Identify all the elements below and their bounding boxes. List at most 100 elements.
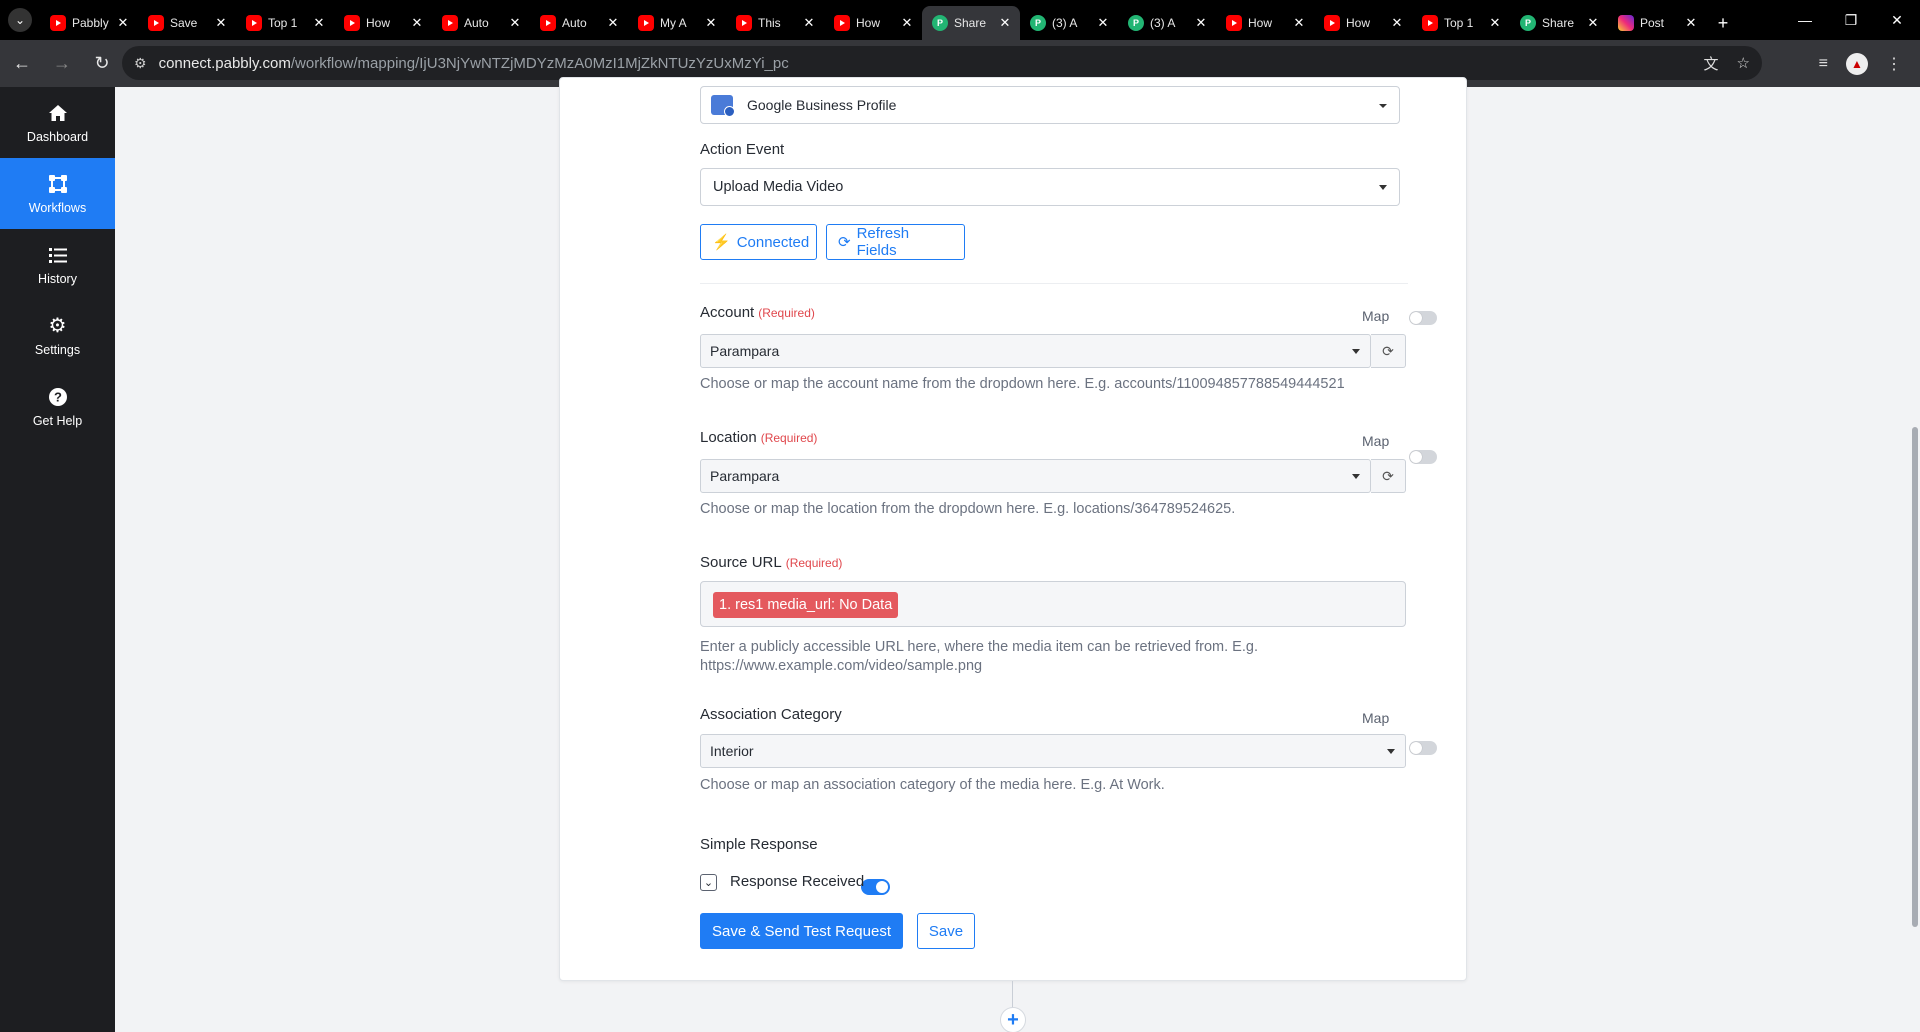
browser-tab[interactable]: P (3) A ✕: [1020, 6, 1118, 40]
close-tab-icon[interactable]: ✕: [508, 15, 522, 31]
browser-tab[interactable]: Auto ✕: [530, 6, 628, 40]
tab-search-button[interactable]: ⌄: [0, 0, 40, 40]
pabbly-icon: P: [1030, 15, 1046, 31]
tab-title: How: [1346, 16, 1371, 30]
browser-tab[interactable]: Post ✕: [1608, 6, 1706, 40]
close-tab-icon[interactable]: ✕: [704, 15, 718, 31]
scrollbar-thumb[interactable]: [1912, 427, 1918, 927]
save-button[interactable]: Save: [917, 913, 975, 949]
browser-tab[interactable]: My A ✕: [628, 6, 726, 40]
close-tab-icon[interactable]: ✕: [214, 15, 228, 31]
browser-tab[interactable]: How ✕: [824, 6, 922, 40]
connected-button[interactable]: ⚡ Connected: [700, 224, 817, 260]
location-select[interactable]: Parampara: [700, 459, 1371, 493]
sidebar-item-settings[interactable]: ⚙ Settings: [0, 300, 115, 371]
account-help-text: Choose or map the account name from the …: [700, 376, 1345, 392]
browser-tab[interactable]: How ✕: [334, 6, 432, 40]
account-map-label: Map: [1362, 308, 1390, 324]
account-select[interactable]: Parampara: [700, 334, 1371, 368]
browser-tab[interactable]: Pabbly ✕: [40, 6, 138, 40]
tab-title: (3) A: [1052, 16, 1078, 30]
youtube-icon: [344, 15, 360, 31]
list-icon: [48, 244, 68, 266]
close-tab-icon[interactable]: ✕: [998, 15, 1012, 31]
close-tab-icon[interactable]: ✕: [1292, 15, 1306, 31]
account-map-toggle[interactable]: [1409, 311, 1437, 325]
browser-tab[interactable]: Top 1 ✕: [1412, 6, 1510, 40]
association-category-help-text: Choose or map an association category of…: [700, 777, 1165, 793]
browser-tab[interactable]: This ✕: [726, 6, 824, 40]
sidebar-item-label: Dashboard: [26, 129, 89, 144]
browser-tab[interactable]: How ✕: [1314, 6, 1412, 40]
address-bar[interactable]: ⚙ connect.pabbly.com/workflow/mapping/Ij…: [122, 46, 1762, 80]
response-received-label[interactable]: Response Received: [730, 873, 864, 890]
star-icon[interactable]: ☆: [1737, 54, 1750, 72]
sidebar-item-dashboard[interactable]: Dashboard: [0, 87, 115, 158]
account-refresh-button[interactable]: ⟳: [1371, 334, 1406, 368]
reading-list-icon[interactable]: ≡: [1819, 55, 1828, 73]
new-tab-button[interactable]: +: [1706, 6, 1740, 40]
browser-tab[interactable]: How ✕: [1216, 6, 1314, 40]
reload-button[interactable]: ↻: [84, 46, 120, 82]
action-event-select[interactable]: Upload Media Video: [700, 168, 1400, 206]
sidebar-item-history[interactable]: History: [0, 229, 115, 300]
close-tab-icon[interactable]: ✕: [1586, 15, 1600, 31]
close-tab-icon[interactable]: ✕: [1194, 15, 1208, 31]
location-map-toggle[interactable]: [1409, 450, 1437, 464]
close-tab-icon[interactable]: ✕: [802, 15, 816, 31]
restore-icon[interactable]: ❐: [1828, 0, 1874, 40]
simple-response-toggle[interactable]: [861, 879, 890, 895]
sidebar-item-get-help[interactable]: ? Get Help: [0, 371, 115, 442]
tab-title: Top 1: [1444, 16, 1474, 30]
browser-tab[interactable]: Save ✕: [138, 6, 236, 40]
browser-tab[interactable]: Auto ✕: [432, 6, 530, 40]
browser-tab[interactable]: Top 1 ✕: [236, 6, 334, 40]
association-category-select[interactable]: Interior: [700, 734, 1406, 768]
site-info-icon[interactable]: ⚙: [134, 55, 147, 72]
close-tab-icon[interactable]: ✕: [900, 15, 914, 31]
close-tab-icon[interactable]: ✕: [1684, 15, 1698, 31]
close-tab-icon[interactable]: ✕: [410, 15, 424, 31]
close-tab-icon[interactable]: ✕: [116, 15, 130, 31]
close-tab-icon[interactable]: ✕: [1390, 15, 1404, 31]
browser-tab[interactable]: P Share ✕: [922, 6, 1020, 40]
location-refresh-button[interactable]: ⟳: [1371, 459, 1406, 493]
tab-title: (3) A: [1150, 16, 1176, 30]
translate-icon[interactable]: 文: [1704, 53, 1719, 74]
mapped-field-token[interactable]: 1. res1 media_url: No Data: [713, 592, 899, 618]
refresh-fields-button[interactable]: ⟳ Refresh Fields: [826, 224, 965, 260]
close-window-icon[interactable]: ✕: [1874, 0, 1920, 40]
association-category-value: Interior: [710, 743, 754, 759]
source-url-label-text: Source URL: [700, 554, 782, 571]
save-and-send-test-request-button[interactable]: Save & Send Test Request: [700, 913, 903, 949]
browser-tab[interactable]: P (3) A ✕: [1118, 6, 1216, 40]
required-marker: (Required): [760, 431, 818, 445]
browser-tab-strip: ⌄ Pabbly ✕ Save ✕ Top 1 ✕ How ✕ Auto ✕ Auto ✕ My A ✕ T…: [0, 0, 1920, 40]
refresh-icon: ⟳: [1382, 467, 1394, 484]
close-tab-icon[interactable]: ✕: [606, 15, 620, 31]
sidebar-item-workflows[interactable]: Workflows: [0, 158, 115, 229]
response-received-expander[interactable]: ⌄: [700, 874, 717, 891]
youtube-icon: [246, 15, 262, 31]
forward-button[interactable]: →: [44, 46, 80, 82]
profile-avatar[interactable]: ▲: [1846, 52, 1868, 75]
more-menu-icon[interactable]: ⋮: [1886, 54, 1902, 74]
action-step-card: Google Business Profile Action Event Upl…: [559, 77, 1467, 981]
close-tab-icon[interactable]: ✕: [1096, 15, 1110, 31]
chevron-down-icon: ⌄: [703, 877, 714, 889]
close-tab-icon[interactable]: ✕: [312, 15, 326, 31]
source-url-input[interactable]: 1. res1 media_url: No Data: [700, 581, 1406, 627]
location-map-label: Map: [1362, 433, 1390, 449]
instagram-icon: [1618, 15, 1634, 31]
arrow-right-icon: →: [53, 53, 71, 73]
page-scrollbar[interactable]: [1910, 87, 1920, 1032]
app-select[interactable]: Google Business Profile: [700, 86, 1400, 124]
browser-tab[interactable]: P Share ✕: [1510, 6, 1608, 40]
minimize-icon[interactable]: —: [1782, 0, 1828, 40]
sidebar-item-label: Get Help: [32, 413, 83, 428]
close-tab-icon[interactable]: ✕: [1488, 15, 1502, 31]
association-category-map-toggle[interactable]: [1409, 741, 1437, 755]
add-step-button[interactable]: +: [1000, 1007, 1026, 1032]
youtube-icon: [1422, 15, 1438, 31]
back-button[interactable]: ←: [4, 46, 40, 82]
